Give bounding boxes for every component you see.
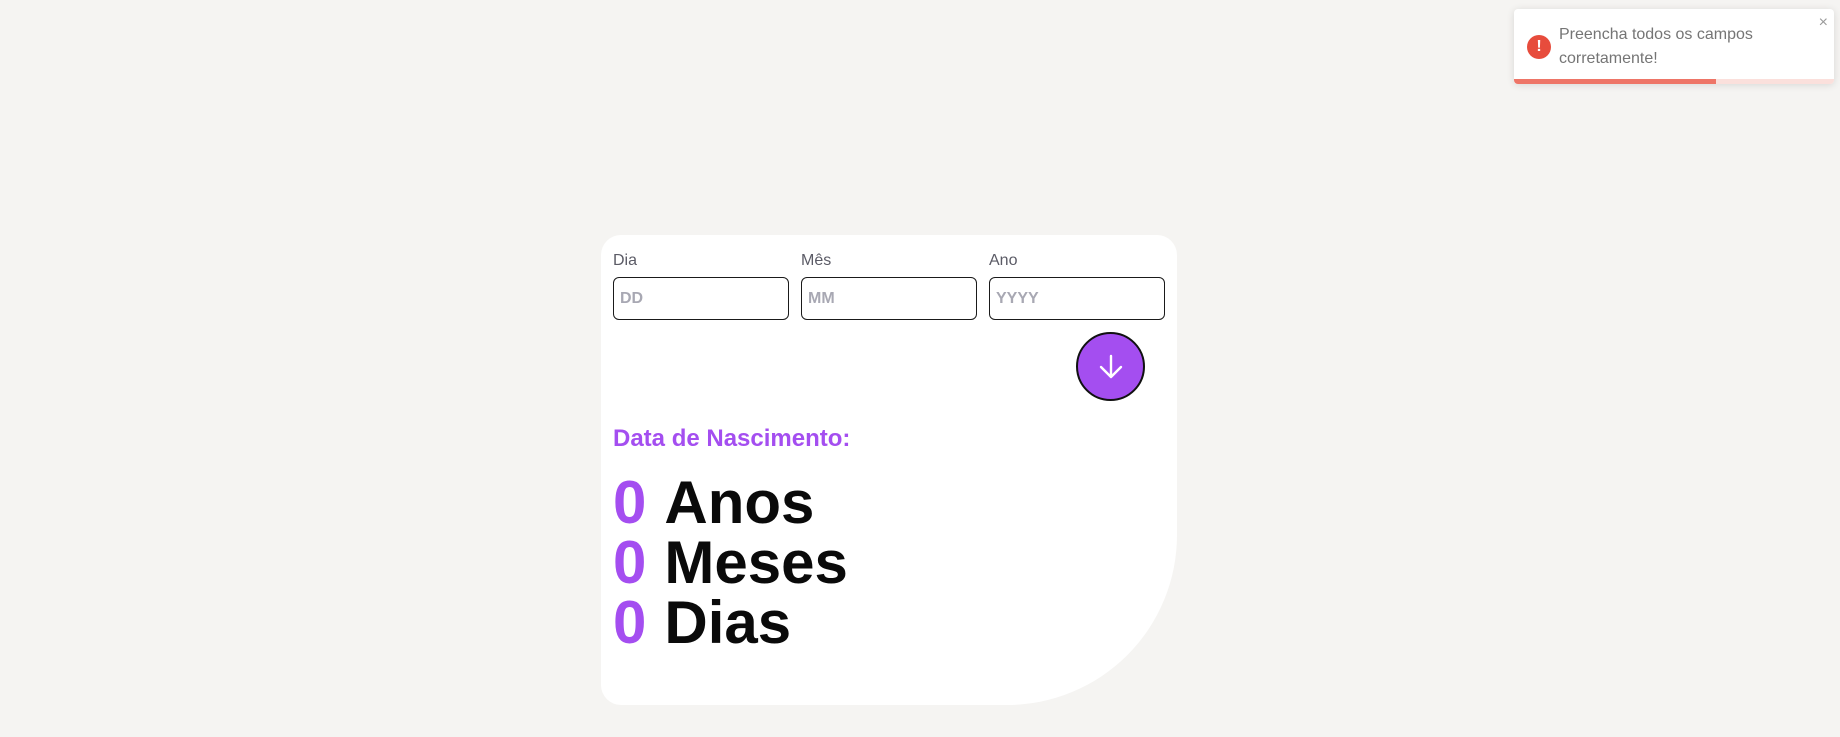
month-field: Mês [801,251,977,320]
months-unit: Meses [664,529,848,596]
age-results: 0 Anos 0 Meses 0 Dias [613,473,848,653]
days-result: 0 Dias [613,593,848,653]
years-value: 0 [613,469,647,536]
error-icon: ! [1527,35,1551,59]
month-input[interactable] [801,277,977,320]
calculate-button[interactable] [1076,332,1145,401]
close-icon[interactable]: × [1819,15,1828,31]
toast-message: Preencha todos os campos corretamente! [1559,26,1753,67]
months-value: 0 [613,529,647,596]
year-field: Ano [989,251,1165,320]
toast-progress-track [1514,79,1834,84]
error-toast[interactable]: ! Preencha todos os campos corretamente!… [1514,9,1834,84]
years-unit: Anos [664,469,815,536]
toast-progress-fill [1514,79,1716,84]
age-calculator-card: Dia Mês Ano Data de Nascimento: 0Anos 0M… [601,235,1177,705]
day-field: Dia [613,251,789,320]
day-label: Dia [613,252,638,269]
birth-date-title: Data de Nascimento: [613,425,851,452]
days-unit: Dias [664,589,792,656]
month-label: Mês [801,252,832,269]
years-result: 0 Anos [613,473,848,533]
year-label: Ano [989,252,1018,269]
date-fields: Dia Mês Ano [613,251,1165,320]
days-value: 0 [613,589,647,656]
year-input[interactable] [989,277,1165,320]
arrow-down-icon [1099,354,1122,378]
day-input[interactable] [613,277,789,320]
months-result: 0 Meses [613,533,848,593]
